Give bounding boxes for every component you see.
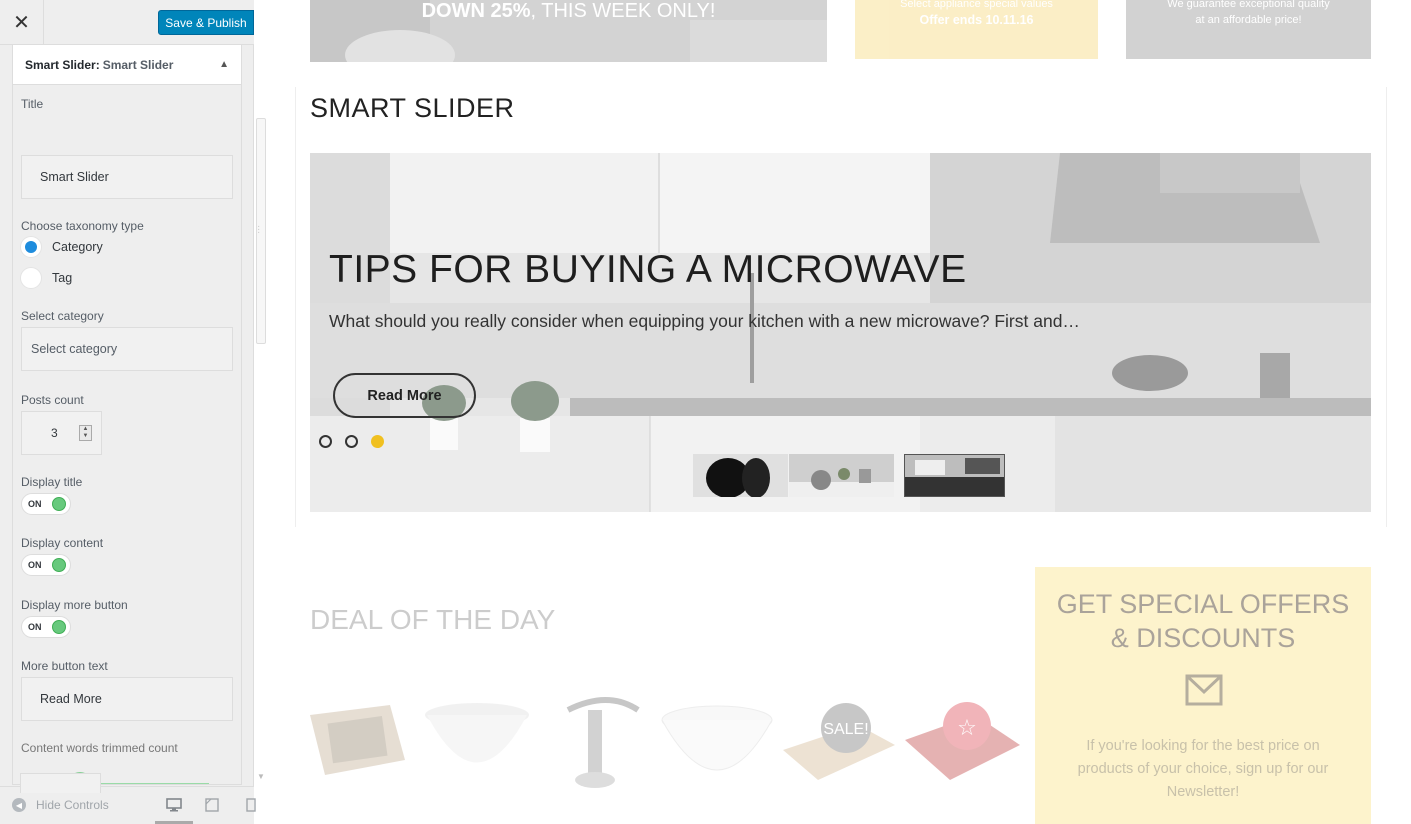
newsletter-offer-box: GET SPECIAL OFFERS & DISCOUNTS If you're… [1035,567,1371,824]
slide-headline[interactable]: TIPS FOR BUYING A MICROWAVE [329,248,967,292]
product-glass-bowl[interactable] [660,690,773,780]
promo-banner-appliance[interactable]: Select appliance special values Offer en… [855,0,1098,59]
taxonomy-option-label: Category [52,240,103,254]
widget-header[interactable]: Smart Slider: Smart Slider ▲ [13,45,241,85]
slider-widget-title: SMART SLIDER [310,93,515,123]
banner-quality-line1: We guarantee exceptional quality [1167,0,1330,10]
widget-panel: Smart Slider: Smart Slider ▲ Title Smart… [12,45,242,785]
banner-appliance-line2: Offer ends 10.11.16 [919,13,1034,27]
more-text-input[interactable]: Read More [21,677,233,721]
product-cutlery-tray[interactable] [305,690,405,780]
display-title-label: Display title [21,475,83,489]
read-more-button[interactable]: Read More [333,373,476,418]
thumbnail-kitchen-image [789,454,894,497]
sale-badge-text: SALE! [823,721,868,738]
product-grill[interactable]: ☆ [905,690,1020,780]
toggle-knob [52,620,66,634]
hide-controls-label: Hide Controls [36,798,109,812]
taxonomy-option-tag[interactable]: Tag [20,266,73,290]
posts-count-value: 3 [51,426,58,440]
slide-dot-3[interactable] [371,435,384,448]
trim-count-input[interactable] [20,773,101,793]
banner-discount-text: DOWN 25% [421,0,531,22]
tablet-icon [205,798,219,812]
offer-title-line1: GET SPECIAL OFFERS [1056,589,1350,619]
resize-grip-icon[interactable]: · · · [257,222,260,238]
product-image [661,705,773,771]
product-cutting-board[interactable]: SALE! [783,690,895,780]
category-label: Select category [21,309,104,323]
product-image [566,697,640,788]
envelope-icon [1185,674,1223,706]
product-image: SALE! [783,703,895,780]
radio-button[interactable] [20,267,42,289]
product-image [310,705,405,775]
toggle-state: ON [28,499,42,509]
offer-title: GET SPECIAL OFFERS & DISCOUNTS [1035,587,1371,655]
preview-mobile-button[interactable] [240,795,260,815]
spinner-arrows-icon[interactable]: ▲ ▼ [79,425,92,441]
widget-controls: Title Smart Slider Choose taxonomy type … [13,85,241,784]
radio-button[interactable] [20,236,42,258]
desktop-icon [166,798,182,812]
display-title-toggle[interactable]: ON [21,493,71,515]
mobile-icon [246,798,256,812]
widget-type: Smart Slider: [25,57,100,72]
collapse-arrow-icon[interactable]: ▲ [219,59,229,70]
close-button[interactable]: ✕ [0,0,44,44]
slide-thumbnail-1[interactable] [693,454,788,497]
offer-title-line2: & DISCOUNTS [1110,623,1296,653]
toggle-knob [52,558,66,572]
customizer-header: ✕ Save & Publish [0,0,254,45]
toggle-knob [52,497,66,511]
trim-count-label: Content words trimmed count [21,741,178,755]
banner-discount-rest: , THIS WEEK ONLY! [530,0,716,22]
star-icon: ☆ [957,716,977,741]
preview-tablet-button[interactable] [202,795,222,815]
product-image [425,703,529,763]
deal-of-the-day-title: DEAL OF THE DAY [310,604,556,635]
banner-appliance-line1: Select appliance special values [900,0,1053,10]
posts-count-label: Posts count [21,393,84,407]
slide-thumbnail-3[interactable] [904,454,1005,497]
toggle-state: ON [28,560,42,570]
category-select[interactable]: Select category [21,327,233,371]
save-publish-button[interactable]: Save & Publish [158,10,254,35]
toggle-state: ON [28,622,42,632]
slide: TIPS FOR BUYING A MICROWAVE What should … [310,153,1371,512]
title-label: Title [21,97,44,111]
scroll-down-arrow-icon[interactable]: ▼ [257,772,265,781]
slide-dot-2[interactable] [345,435,358,448]
promo-banner-quality[interactable]: We guarantee exceptional quality at an a… [1126,0,1371,59]
taxonomy-label: Choose taxonomy type [21,219,144,233]
product-corkscrew[interactable] [548,690,648,788]
posts-count-input[interactable]: 3 ▲ ▼ [21,411,102,455]
thumbnail-kettle-image [693,454,788,497]
preview-desktop-button[interactable] [164,795,184,815]
taxonomy-option-label: Tag [52,271,73,285]
title-input[interactable]: Smart Slider [21,155,233,199]
slide-dot-1[interactable] [319,435,332,448]
display-content-toggle[interactable]: ON [21,554,71,576]
taxonomy-option-category[interactable]: Category [20,235,103,259]
display-more-label: Display more button [21,598,128,612]
thumbnail-interior-image [905,455,1004,496]
product-image: ☆ [905,702,1020,780]
customizer-sidebar: ✕ Save & Publish Smart Slider: Smart Sli… [0,0,256,824]
close-icon: ✕ [13,11,30,34]
offer-description: If you're looking for the best price on … [1077,738,1329,800]
more-text-label: More button text [21,659,108,673]
slide-thumbnail-2[interactable] [789,454,894,497]
widget-name: Smart Slider [102,57,174,72]
hide-controls-button[interactable]: ◀ Hide Controls [12,798,109,812]
promo-banner-discount[interactable]: DOWN 25%, THIS WEEK ONLY! [310,0,827,62]
banner-quality-line2: at an affordable price! [1195,14,1302,26]
slide-excerpt: What should you really consider when equ… [329,311,1080,331]
display-content-label: Display content [21,536,104,550]
display-more-toggle[interactable]: ON [21,616,71,638]
deal-products-row: SALE! ☆ [305,680,1025,790]
product-mixing-bowls[interactable] [422,690,529,780]
collapse-left-icon: ◀ [12,798,26,812]
radio-checked-dot [25,241,37,253]
